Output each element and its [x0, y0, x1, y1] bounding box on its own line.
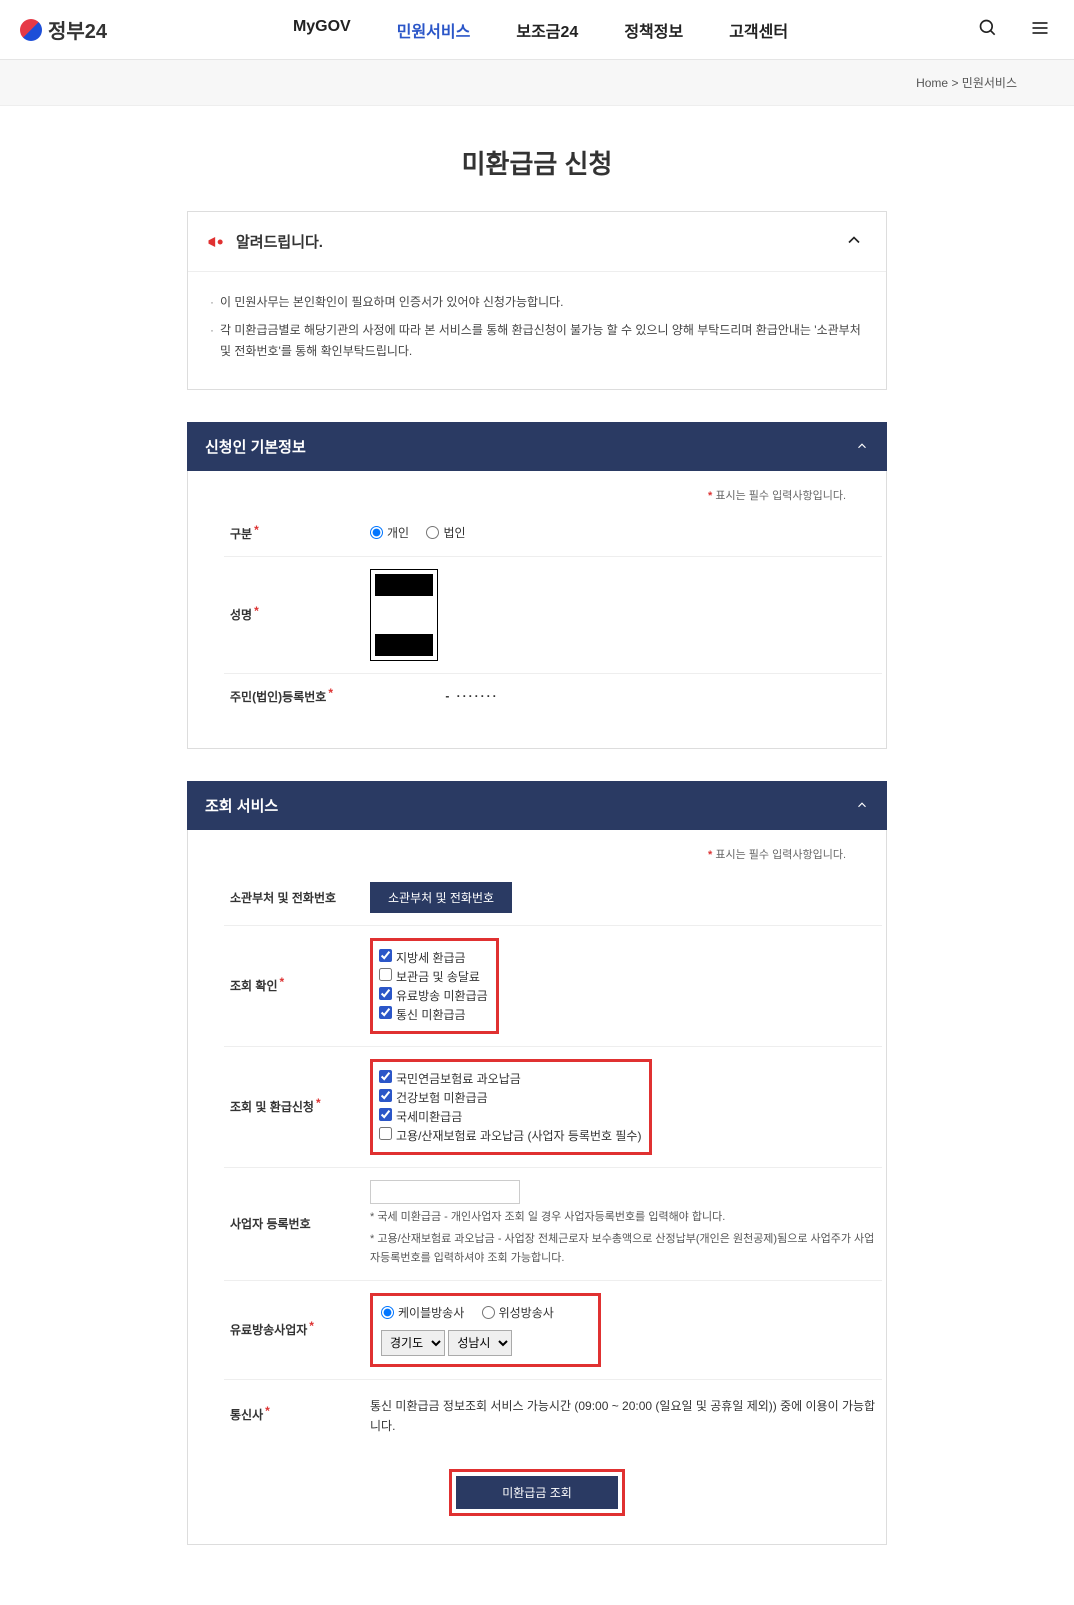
radio-individual-input[interactable]	[370, 526, 383, 539]
chk-paytv-input[interactable]	[379, 987, 392, 1000]
radio-corporate[interactable]: 법인	[426, 524, 465, 541]
page-title: 미환급금 신청	[0, 144, 1074, 181]
notice-panel: 알려드립니다. 이 민원사무는 본인확인이 필요하며 인증서가 있어야 신청가능…	[187, 211, 887, 390]
radio-cable-label: 케이블방송사	[398, 1304, 464, 1321]
search-button[interactable]	[974, 14, 1002, 45]
menu-button[interactable]	[1026, 14, 1054, 45]
nav-mygov[interactable]: MyGOV	[289, 8, 355, 52]
chk-nts-input[interactable]	[379, 1108, 392, 1121]
radio-satellite[interactable]: 위성방송사	[482, 1304, 554, 1321]
notice-collapse-button[interactable]	[840, 226, 868, 257]
logo-text: 정부24	[48, 15, 107, 44]
chk-local-tax-label: 지방세 환급금	[396, 951, 466, 965]
logo-mark-icon	[20, 19, 42, 41]
dept-phone-button[interactable]: 소관부처 및 전화번호	[370, 882, 512, 913]
chk-eiwc-label: 고용/산재보험료 과오납금 (사업자 등록번호 필수)	[396, 1129, 641, 1143]
name-value-redacted	[370, 569, 438, 661]
chk-nps-label: 국민연금보험료 과오납금	[396, 1072, 521, 1086]
check-options-group: 지방세 환급금 보관금 및 송달료 유료방송 미환급금 통신 미환급금	[370, 938, 499, 1034]
radio-individual[interactable]: 개인	[370, 524, 409, 541]
chk-paytv[interactable]: 유료방송 미환급금	[379, 987, 488, 1004]
nav-support[interactable]: 고객센터	[725, 8, 792, 52]
chk-nps-input[interactable]	[379, 1070, 392, 1083]
chk-custody-input[interactable]	[379, 968, 392, 981]
chk-local-tax-input[interactable]	[379, 949, 392, 962]
chk-custody-label: 보관금 및 송달료	[396, 970, 480, 984]
chk-nhis-label: 건강보험 미환급금	[396, 1091, 488, 1105]
radio-satellite-label: 위성방송사	[499, 1304, 554, 1321]
breadcrumb-current: 민원서비스	[962, 76, 1017, 90]
chevron-up-icon[interactable]	[855, 798, 869, 812]
radio-cable[interactable]: 케이블방송사	[381, 1304, 464, 1321]
radio-corporate-label: 법인	[443, 524, 465, 541]
chk-nhis-input[interactable]	[379, 1089, 392, 1102]
rrn-masked: - ·······	[431, 689, 498, 703]
lookup-submit-button[interactable]: 미환급금 조회	[456, 1476, 618, 1509]
chk-paytv-label: 유료방송 미환급금	[396, 989, 488, 1003]
chk-nts[interactable]: 국세미환급금	[379, 1108, 641, 1125]
megaphone-icon	[206, 232, 226, 252]
section-title: 신청인 기본정보	[205, 436, 306, 457]
required-note: 표시는 필수 입력사항입니다.	[715, 849, 846, 861]
telecom-note: 통신 미환급금 정보조회 서비스 가능시간 (09:00 ~ 20:00 (일요…	[370, 1396, 876, 1437]
chk-local-tax[interactable]: 지방세 환급금	[379, 949, 488, 966]
chk-nhis[interactable]: 건강보험 미환급금	[379, 1089, 641, 1106]
nav-subsidy24[interactable]: 보조금24	[512, 8, 582, 52]
chk-telecom-input[interactable]	[379, 1006, 392, 1019]
site-logo[interactable]: 정부24	[20, 15, 107, 44]
label-rrn: 주민(법인)등록번호	[230, 690, 326, 704]
notice-item: 이 민원사무는 본인확인이 필요하며 인증서가 있어야 신청가능합니다.	[210, 292, 864, 314]
chevron-up-icon	[844, 230, 864, 250]
submit-highlight: 미환급금 조회	[449, 1469, 625, 1516]
label-bizno: 사업자 등록번호	[230, 1217, 311, 1231]
breadcrumb-sep: >	[951, 76, 958, 90]
breadcrumb-home[interactable]: Home	[916, 76, 948, 90]
label-apply: 조회 및 환급신청	[230, 1100, 314, 1114]
label-telecom: 통신사	[230, 1408, 263, 1422]
label-check: 조회 확인	[230, 979, 278, 993]
radio-corporate-input[interactable]	[426, 526, 439, 539]
notice-item: 각 미환급금별로 해당기관의 사정에 따라 본 서비스를 통해 환급신청이 불가…	[210, 320, 864, 363]
label-dept: 소관부처 및 전화번호	[230, 891, 336, 905]
broadcast-group: 케이블방송사 위성방송사 경기도 성남시	[370, 1293, 601, 1367]
select-province[interactable]: 경기도	[381, 1330, 445, 1356]
label-broadcast: 유료방송사업자	[230, 1323, 307, 1337]
chk-telecom-label: 통신 미환급금	[396, 1008, 466, 1022]
nav-civil-service[interactable]: 민원서비스	[393, 8, 475, 52]
bizno-input[interactable]	[370, 1180, 520, 1204]
label-type: 구분	[230, 527, 252, 541]
radio-satellite-input[interactable]	[482, 1306, 495, 1319]
bizno-note-1: * 국세 미환급금 - 개인사업자 조회 일 경우 사업자등록번호를 입력해야 …	[370, 1208, 876, 1227]
chk-nps[interactable]: 국민연금보험료 과오납금	[379, 1070, 641, 1087]
label-name: 성명	[230, 608, 252, 622]
required-note: 표시는 필수 입력사항입니다.	[715, 490, 846, 502]
breadcrumb: Home > 민원서비스	[37, 74, 1037, 91]
radio-individual-label: 개인	[387, 524, 409, 541]
chk-eiwc-input[interactable]	[379, 1127, 392, 1140]
chk-custody[interactable]: 보관금 및 송달료	[379, 968, 488, 985]
search-icon	[978, 18, 998, 38]
section-basic-info: 신청인 기본정보 * 표시는 필수 입력사항입니다. 구분* 개인 법인 성명*	[187, 422, 887, 749]
main-nav: MyGOV 민원서비스 보조금24 정책정보 고객센터	[107, 8, 974, 52]
chk-eiwc[interactable]: 고용/산재보험료 과오납금 (사업자 등록번호 필수)	[379, 1127, 641, 1144]
chk-nts-label: 국세미환급금	[396, 1110, 462, 1124]
apply-options-group: 국민연금보험료 과오납금 건강보험 미환급금 국세미환급금 고용/산재보험료 과…	[370, 1059, 652, 1155]
section-lookup-service: 조회 서비스 * 표시는 필수 입력사항입니다. 소관부처 및 전화번호 소관부…	[187, 781, 887, 1545]
hamburger-icon	[1030, 18, 1050, 38]
bizno-note-2: * 고용/산재보험료 과오납금 - 사업장 전체근로자 보수총액으로 산정납부(…	[370, 1230, 876, 1267]
notice-title: 알려드립니다.	[236, 231, 323, 252]
chk-telecom[interactable]: 통신 미환급금	[379, 1006, 488, 1023]
chevron-up-icon[interactable]	[855, 439, 869, 453]
nav-policy[interactable]: 정책정보	[620, 8, 687, 52]
select-city[interactable]: 성남시	[448, 1330, 512, 1356]
section-title: 조회 서비스	[205, 795, 278, 816]
radio-cable-input[interactable]	[381, 1306, 394, 1319]
